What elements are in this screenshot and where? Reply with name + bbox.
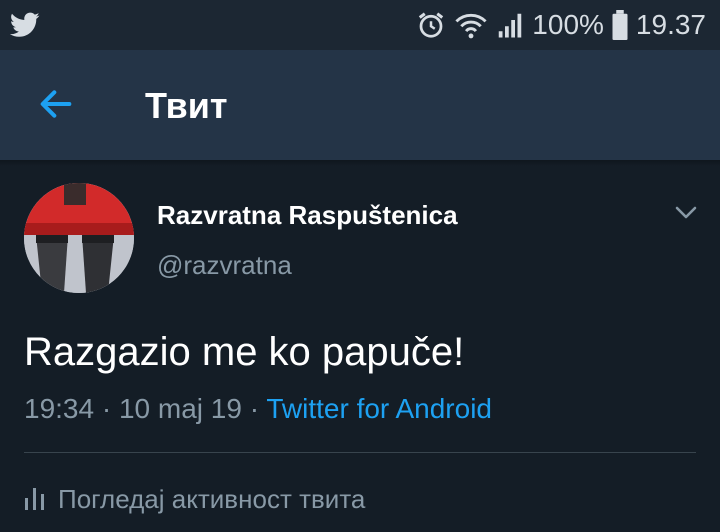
wifi-icon (455, 13, 487, 39)
signal-icon (499, 13, 522, 38)
twitter-bird-icon (10, 12, 40, 37)
app-bar-shadow (0, 160, 720, 166)
arrow-left-icon[interactable] (36, 84, 76, 124)
tweet-text: Razgazio me ko papuče! (24, 330, 465, 374)
tweet-source-link[interactable]: Twitter for Android (266, 393, 492, 424)
author-handle[interactable]: @razvratna (157, 248, 292, 282)
page-title: Твит (145, 85, 228, 126)
tweet-meta: 19:34 · 10 maj 19 · Twitter for Android (24, 391, 492, 427)
view-activity-button[interactable]: Погледај активност твита (24, 479, 365, 519)
bar-chart-icon (25, 488, 44, 510)
view-activity-label: Погледај активност твита (58, 483, 366, 514)
battery-percent: 100% (532, 9, 604, 40)
chevron-down-icon[interactable] (674, 203, 698, 223)
meta-separator: · (101, 393, 112, 424)
tweet-date: 10 maj 19 (118, 393, 242, 424)
status-bar: 100% 19.37 (0, 0, 720, 50)
meta-separator: · (249, 393, 260, 424)
tweet-time: 19:34 (24, 393, 95, 424)
alarm-icon (419, 12, 444, 38)
battery-icon (612, 10, 628, 40)
author-name[interactable]: Razvratna Raspuštenica (157, 198, 458, 232)
avatar[interactable] (24, 183, 134, 293)
app-bar: Твит (0, 50, 720, 160)
clock-time: 19.37 (635, 9, 706, 40)
divider (24, 452, 696, 453)
avatar-image (24, 183, 134, 293)
